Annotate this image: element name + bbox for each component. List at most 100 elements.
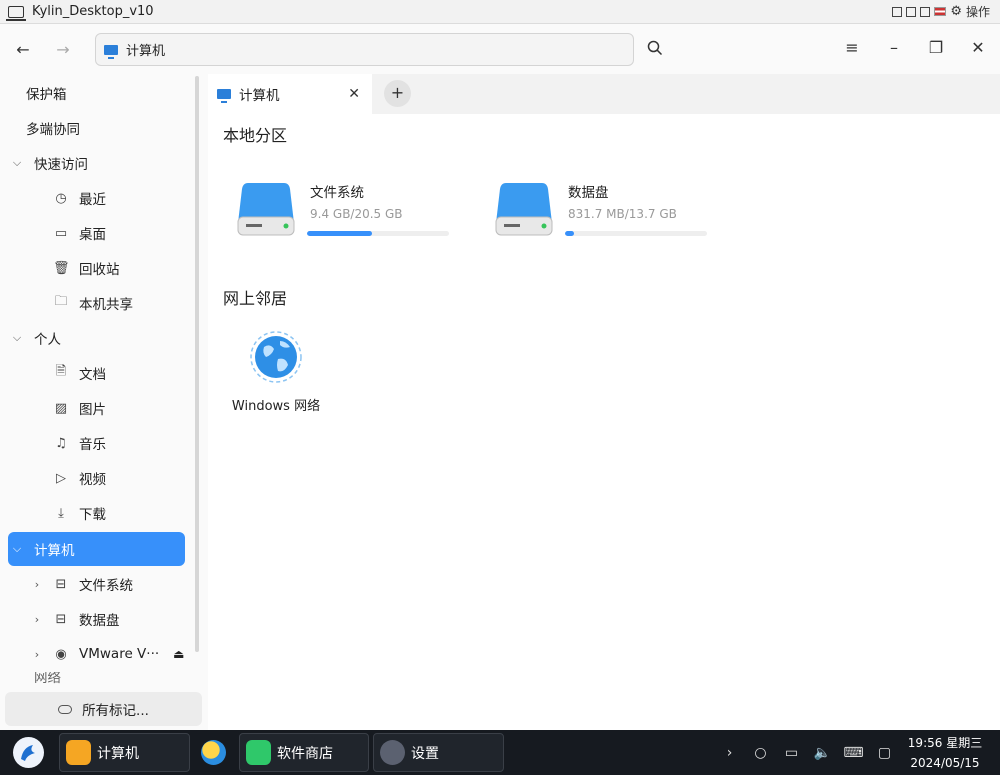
drive-filesystem[interactable]: 文件系统 9.4 GB/20.5 GB [236,179,486,259]
tag-icon [58,704,73,714]
vm-view-full-icon[interactable] [920,6,931,17]
tab-strip: 计算机 ✕ + [208,74,1000,114]
vm-title: Kylin_Desktop_v10 [32,4,154,19]
sidebar-item-label: 网络 [34,672,61,686]
tray-search-icon[interactable]: ○ [745,745,776,761]
sidebar-group-label: 计算机 [34,543,75,559]
chevron-down-icon: ⌵ [12,542,22,555]
sidebar-item-label: 桌面 [79,227,106,243]
sidebar-item-data-disk[interactable]: › ⊟ 数据盘 [28,602,120,636]
clock-date: 2024/05/15 [910,755,980,770]
eject-icon[interactable]: ⏏ [173,647,184,661]
sidebar-item-local-share[interactable]: 🗀 本机共享 [53,286,133,320]
forward-button[interactable]: → [43,40,83,59]
file-manager-toolbar: ← → 计算机 ≡ – ❐ ✕ [0,24,1000,74]
sidebar-group-quick-access[interactable]: ⌵ 快速访问 [8,146,88,180]
sidebar-item-multi-device[interactable]: 多端协同 [26,111,80,145]
drive-name: 数据盘 [568,185,609,201]
taskbar-app-label: 计算机 [97,745,139,762]
back-button[interactable]: ← [3,40,43,59]
system-tray: › ○ ▭ 🔈 ⌨ ▢ 19:56 星期三 2024/05/15 [714,730,1000,775]
sidebar-item-recent[interactable]: ◷ 最近 [53,181,106,215]
sidebar-item-vault[interactable]: 保护箱 [26,76,67,110]
sidebar-item-label: 文档 [79,367,106,383]
taskbar-app-software-store[interactable]: 软件商店 [239,733,369,772]
drive-data-disk[interactable]: 数据盘 831.7 MB/13.7 GB [494,179,744,259]
sidebar-item-desktop[interactable]: ▭ 桌面 [53,216,106,250]
sidebar-item-videos[interactable]: ▷ 视频 [53,461,106,495]
sidebar-item-filesystem[interactable]: › ⊟ 文件系统 [28,567,133,601]
tab-close-icon[interactable]: ✕ [348,86,360,102]
vm-gear-icon[interactable]: ⚙ [950,4,962,19]
address-text: 计算机 [126,44,166,59]
tab-label: 计算机 [239,88,280,104]
sidebar-item-trash[interactable]: 🗑 回收站 [53,251,120,285]
sidebar-item-label: 多端协同 [26,122,80,138]
all-tags-label: 所有标记... [82,703,149,719]
new-tab-button[interactable]: + [384,80,411,107]
drive-usage: 9.4 GB/20.5 GB [310,207,403,221]
monitor-icon: ▭ [54,225,68,241]
sidebar-group-personal[interactable]: ⌵ 个人 [8,321,61,355]
tray-expand-icon[interactable]: › [714,745,745,761]
sidebar-item-label: 图片 [79,402,106,418]
address-bar[interactable]: 计算机 [95,33,634,66]
drive-usage-bar [565,231,707,236]
vm-keyboard-flag-icon[interactable] [934,7,947,16]
chevron-down-icon: ⌵ [12,331,22,344]
taskbar-app-label: 设置 [411,745,439,762]
start-menu-button[interactable] [13,737,44,768]
vm-title-bar: Kylin_Desktop_v10 ⚙ 操作 [0,0,1000,24]
sidebar-item-label: 音乐 [79,437,106,453]
sidebar-item-label: 数据盘 [79,613,120,629]
tray-volume-icon[interactable]: 🔈 [807,745,838,761]
vm-view-fit-icon[interactable] [892,6,903,17]
restore-button[interactable]: ❐ [926,38,946,57]
vm-action-menu[interactable]: 操作 [966,3,990,20]
tab-computer[interactable]: 计算机 ✕ [208,74,372,114]
browser-app-icon [201,740,226,765]
all-tags-button[interactable]: 所有标记... [5,692,202,726]
chevron-right-icon: › [34,612,40,626]
search-icon[interactable] [647,40,663,56]
software-store-app-icon [246,740,271,765]
sidebar-item-documents[interactable]: 🗎 文档 [53,356,106,390]
menu-button[interactable]: ≡ [842,38,862,57]
main-content: 计算机 ✕ + 本地分区 文件系统 9.4 GB/20.5 GB 数据盘 831… [208,74,1000,730]
vm-laptop-icon [6,5,26,21]
computer-icon [217,89,231,103]
sidebar-item-downloads[interactable]: ⤓ 下载 [53,496,106,530]
hard-drive-icon [237,183,295,236]
tray-notification-icon[interactable]: ▢ [869,745,900,761]
close-button[interactable]: ✕ [968,38,988,57]
clock-icon: ◷ [55,190,67,206]
windows-network-item[interactable]: Windows 网络 [226,329,326,414]
computer-icon [104,44,118,59]
sidebar-item-label: 本机共享 [79,297,133,313]
sidebar-group-computer[interactable]: ⌵ 计算机 [8,532,185,566]
tray-keyboard-icon[interactable]: ⌨ [838,745,869,761]
sidebar-item-pictures[interactable]: ▨ 图片 [53,391,106,425]
settings-app-icon [380,740,405,765]
clock[interactable]: 19:56 星期三 2024/05/15 [900,733,990,773]
network-neighborhood-title: 网上邻居 [223,289,288,308]
sidebar-scrollbar[interactable] [195,76,199,652]
minimize-button[interactable]: – [884,38,904,57]
sidebar-item-music[interactable]: ♫ 音乐 [53,426,106,460]
sidebar-item-network[interactable]: 网络 [34,672,61,686]
sidebar-item-vmware[interactable]: › ◉ VMware V··· ⏏ [28,637,185,671]
trash-icon: 🗑 [53,260,70,276]
taskbar-app-settings[interactable]: 设置 [373,733,504,772]
vm-view-scale-icon[interactable] [906,6,917,17]
kylin-logo-icon [21,745,35,761]
sidebar-item-label: 回收站 [79,262,120,278]
chevron-right-icon: › [34,577,40,591]
taskbar-app-browser[interactable] [195,733,235,772]
drive-name: 文件系统 [310,185,364,201]
taskbar-app-computer[interactable]: 计算机 [59,733,190,772]
video-icon: ▷ [56,470,66,486]
sidebar-group-label: 个人 [34,332,61,348]
sidebar-item-label: 文件系统 [79,578,133,594]
sidebar: 保护箱 多端协同 ⌵ 快速访问 ◷ 最近 ▭ 桌面 🗑 回收站 🗀 本机共享 ⌵ 个人 🗎 文… [0,74,208,730]
tray-network-icon[interactable]: ▭ [776,745,807,761]
